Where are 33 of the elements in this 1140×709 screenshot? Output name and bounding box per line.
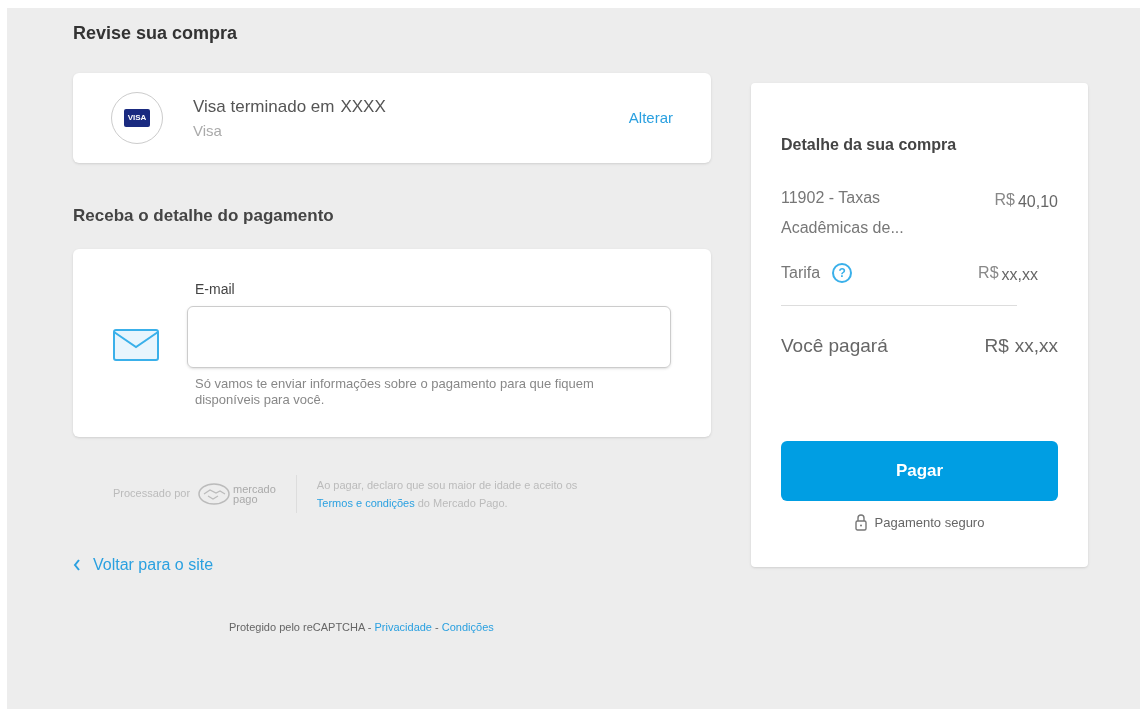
section-title: Receba o detalhe do pagamento — [73, 205, 335, 227]
currency: R$ — [978, 263, 999, 283]
card-brand: Visa — [193, 120, 223, 141]
logo-text: pago — [233, 493, 258, 504]
card-title: Visa terminado em — [193, 96, 335, 118]
currency: R$ — [994, 190, 1015, 210]
back-link[interactable]: Voltar para o site — [73, 552, 214, 577]
conditions-link[interactable]: Condições — [441, 620, 494, 633]
email-hint: Só vamos te enviar informações sobre o pagamento para que fiquem disponíveis para você. — [195, 375, 595, 408]
total-amount: xx,xx — [1014, 334, 1058, 358]
item-label: 11902 - Taxas Acadêmicas de... — [781, 188, 905, 238]
secure-text: Pagamento seguro — [874, 513, 985, 532]
envelope-icon — [113, 328, 159, 361]
summary-title: Detalhe da sua compra — [781, 135, 958, 155]
pay-button[interactable]: Pagar — [781, 440, 1058, 501]
recaptcha-text: Protegido pelo reCAPTCHA - Privacidade - Condições — [229, 619, 495, 635]
amount: 40,10 — [1017, 192, 1058, 212]
chevron-left-icon — [73, 558, 81, 571]
fee-label: Tarifa — [781, 263, 821, 283]
total-label: Você pagará — [781, 334, 888, 358]
privacy-link[interactable]: Privacidade — [374, 620, 432, 633]
change-link[interactable]: Alterar — [628, 106, 673, 130]
amount: xx,xx — [1001, 265, 1038, 285]
currency: R$ — [984, 334, 1009, 358]
email-label: E-mail — [195, 279, 236, 299]
logo-text: mercado — [233, 483, 276, 494]
card-number: XXXX — [340, 96, 386, 118]
help-icon[interactable]: ? — [832, 263, 853, 283]
section-title: Revise sua compra — [73, 22, 239, 45]
visa-badge: VISA — [123, 109, 151, 127]
lock-icon — [854, 513, 867, 532]
terms-link[interactable]: Termos e condições — [316, 496, 415, 509]
email-field[interactable] — [187, 305, 671, 368]
